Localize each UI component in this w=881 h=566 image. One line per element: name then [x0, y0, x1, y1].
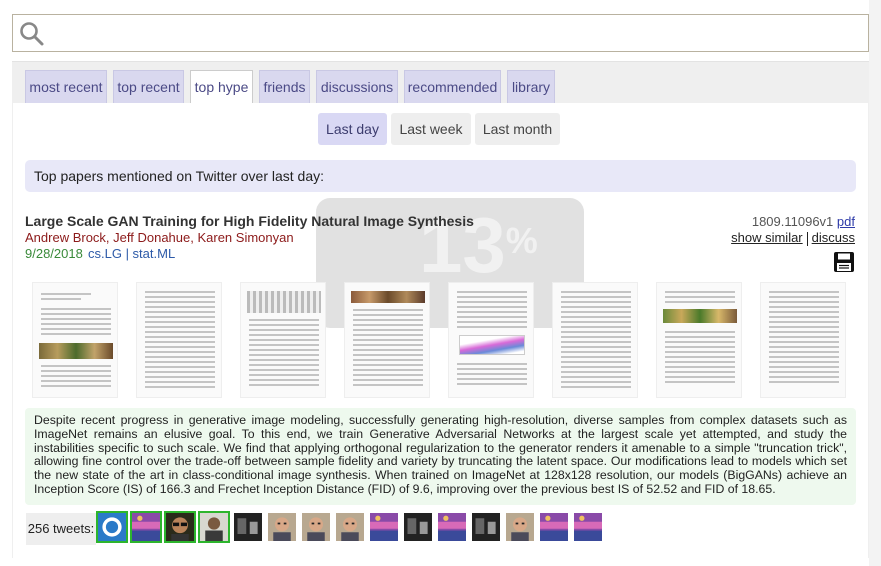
paper-thumbnails[interactable] [25, 276, 856, 402]
face-avatar[interactable] [504, 511, 536, 543]
save-icon[interactable] [833, 251, 855, 273]
dark-avatar[interactable] [470, 511, 502, 543]
dark-avatar[interactable] [402, 511, 434, 543]
colorful-avatar[interactable] [436, 511, 468, 543]
face-avatar[interactable] [334, 511, 366, 543]
page-thumbnail[interactable] [448, 282, 534, 398]
tab-most-recent[interactable]: most recent [25, 70, 107, 104]
page-thumbnail[interactable] [32, 282, 118, 398]
search-input[interactable] [53, 19, 853, 47]
tab-discussions[interactable]: discussions [316, 70, 398, 104]
page-margin-right [869, 0, 881, 566]
paper-date: 9/28/2018 [25, 246, 83, 261]
colorful-avatar[interactable] [130, 511, 162, 543]
show-similar-link[interactable]: show similar [731, 230, 803, 245]
colorful-avatar[interactable] [572, 511, 604, 543]
paper-id-row: 1809.11096v1 pdf [752, 214, 855, 229]
tweet-count[interactable]: 256 tweets: [26, 513, 96, 545]
face-avatar[interactable] [300, 511, 332, 543]
paper-abstract: Despite recent progress in generative im… [25, 408, 856, 505]
pdf-link[interactable]: pdf [837, 214, 855, 229]
logo-avatar[interactable] [96, 511, 128, 543]
dark-avatar[interactable] [232, 511, 264, 543]
arxiv-id: 1809.11096v1 [751, 214, 834, 229]
tab-recommended[interactable]: recommended [404, 70, 501, 104]
link-separator [806, 231, 808, 246]
tab-friends[interactable]: friends [259, 70, 310, 104]
page-thumbnail[interactable] [760, 282, 846, 398]
main-content: Last day Last week Last month Top papers… [12, 103, 869, 558]
discuss-link[interactable]: discuss [812, 230, 855, 245]
tab-top-recent[interactable]: top recent [113, 70, 184, 104]
tab-top-hype[interactable]: top hype [190, 70, 253, 104]
sunglasses-avatar[interactable] [164, 511, 196, 543]
watermark-percent: % [505, 220, 538, 261]
search-icon [20, 22, 44, 46]
tab-bar: most recent top recent top hype friends … [12, 61, 869, 104]
filter-last-week-button[interactable]: Last week [391, 113, 471, 145]
tab-library[interactable]: library [507, 70, 555, 104]
search-bar[interactable] [12, 14, 869, 52]
paper-authors[interactable]: Andrew Brock, Jeff Donahue, Karen Simony… [25, 230, 294, 245]
page-thumbnail[interactable] [344, 282, 430, 398]
colorful-avatar[interactable] [538, 511, 570, 543]
page-thumbnail[interactable] [240, 282, 326, 398]
face-avatar[interactable] [266, 511, 298, 543]
person-avatar[interactable] [198, 511, 230, 543]
page-margin-left [0, 0, 12, 566]
filter-last-month-button[interactable]: Last month [475, 113, 560, 145]
filter-last-day-button[interactable]: Last day [318, 113, 387, 145]
results-banner: Top papers mentioned on Twitter over las… [25, 160, 856, 192]
page-thumbnail[interactable] [552, 282, 638, 398]
page-thumbnail[interactable] [656, 282, 742, 398]
colorful-avatar[interactable] [368, 511, 400, 543]
paper-categories[interactable]: cs.LG | stat.ML [88, 246, 175, 261]
paper-links: show similar discuss [731, 230, 855, 246]
paper-title[interactable]: Large Scale GAN Training for High Fideli… [25, 213, 474, 229]
page-thumbnail[interactable] [136, 282, 222, 398]
